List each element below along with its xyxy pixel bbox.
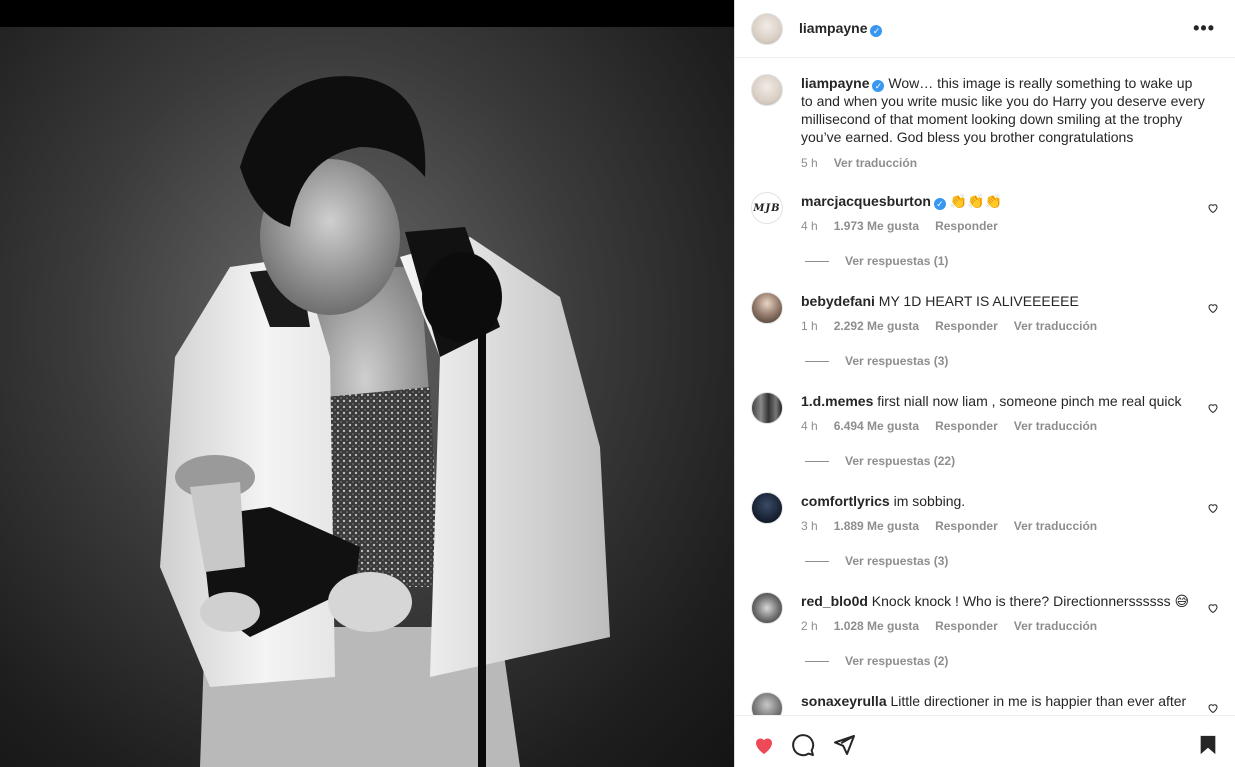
- comment-text: Little directioner in me is happier than…: [890, 693, 1187, 709]
- translate-link[interactable]: Ver traducción: [1014, 417, 1097, 435]
- comment-avatar[interactable]: [751, 592, 783, 624]
- post-header: liampayne ✓ •••: [735, 0, 1235, 58]
- verified-badge-icon: ✓: [872, 80, 885, 92]
- comment-body: comfortlyrics im sobbing. 3 h 1.889 Me g…: [801, 492, 1191, 535]
- caption-username[interactable]: liampayne: [801, 75, 869, 91]
- comment-text: 👏👏👏: [949, 193, 1003, 209]
- comment-username[interactable]: marcjacquesburton: [801, 193, 931, 209]
- comment-time[interactable]: 4 h: [801, 217, 818, 235]
- view-replies-button[interactable]: Ver respuestas (2): [805, 654, 948, 668]
- comment-likes[interactable]: 6.494 Me gusta: [834, 417, 919, 435]
- comment-time[interactable]: 1 h: [801, 317, 818, 335]
- comment-meta: 3 h 1.889 Me gusta Responder Ver traducc…: [801, 517, 1191, 535]
- translate-link[interactable]: Ver traducción: [1014, 617, 1097, 635]
- translate-link[interactable]: Ver traducción: [1014, 317, 1097, 335]
- bookmark-icon[interactable]: [1197, 733, 1219, 757]
- verified-badge-icon: ✓: [870, 25, 883, 37]
- post-actions-bar: [735, 715, 1235, 767]
- comment-likes[interactable]: 1.973 Me gusta: [834, 217, 919, 235]
- view-replies-label: Ver respuestas (1): [845, 254, 949, 268]
- heart-outline-icon[interactable]: [1207, 602, 1219, 614]
- share-icon[interactable]: [832, 733, 856, 757]
- view-replies-button[interactable]: Ver respuestas (3): [805, 554, 948, 568]
- comment-time[interactable]: 4 h: [801, 417, 818, 435]
- comment-likes[interactable]: 2.292 Me gusta: [834, 317, 919, 335]
- post-side-panel: liampayne ✓ ••• liampayne ✓ Wow… this imag…: [734, 0, 1235, 767]
- comments-list[interactable]: liampayne ✓ Wow… this image is really som…: [735, 58, 1235, 715]
- heart-outline-icon[interactable]: [1207, 702, 1219, 714]
- replies-line: [805, 660, 829, 662]
- comment-meta: 4 h 1.973 Me gusta Responder: [801, 217, 1191, 235]
- more-options-icon[interactable]: •••: [1193, 18, 1215, 39]
- comment-avatar[interactable]: [751, 292, 783, 324]
- heart-outline-icon[interactable]: [1207, 202, 1219, 214]
- comment-time[interactable]: 3 h: [801, 517, 818, 535]
- reply-button[interactable]: Responder: [935, 417, 998, 435]
- reply-button[interactable]: Responder: [935, 317, 998, 335]
- comment-text: MY 1D HEART IS ALIVEEEEEE: [878, 293, 1079, 309]
- comment-username[interactable]: 1.d.memes: [801, 393, 873, 409]
- view-replies-label: Ver respuestas (3): [845, 554, 949, 568]
- caption-meta: 5 h Ver traducción: [801, 154, 1205, 172]
- author-username[interactable]: liampayne: [799, 20, 867, 36]
- view-replies-label: Ver respuestas (3): [845, 354, 949, 368]
- comment-avatar[interactable]: [751, 692, 783, 715]
- comment-meta: 2 h 1.028 Me gusta Responder Ver traducc…: [801, 617, 1191, 635]
- caption-body: liampayne ✓ Wow… this image is really som…: [801, 74, 1205, 172]
- view-replies-button[interactable]: Ver respuestas (1): [805, 254, 948, 268]
- post-photo-illustration: [160, 76, 610, 767]
- comment-avatar[interactable]: [751, 492, 783, 524]
- heart-outline-icon[interactable]: [1207, 402, 1219, 414]
- view-replies-button[interactable]: Ver respuestas (22): [805, 454, 955, 468]
- translate-link[interactable]: Ver traducción: [1014, 517, 1097, 535]
- heart-outline-icon[interactable]: [1207, 302, 1219, 314]
- comment-time[interactable]: 2 h: [801, 617, 818, 635]
- reply-button[interactable]: Responder: [935, 517, 998, 535]
- reply-button[interactable]: Responder: [935, 217, 998, 235]
- comment-meta: 4 h 6.494 Me gusta Responder Ver traducc…: [801, 417, 1191, 435]
- avatar-monogram: MJB: [753, 202, 781, 214]
- view-replies-button[interactable]: Ver respuestas (3): [805, 354, 948, 368]
- caption-time[interactable]: 5 h: [801, 154, 818, 172]
- comment-likes[interactable]: 1.889 Me gusta: [834, 517, 919, 535]
- reply-button[interactable]: Responder: [935, 617, 998, 635]
- comment-username[interactable]: comfortlyrics: [801, 493, 890, 509]
- author-name-row: liampayne ✓: [799, 20, 883, 38]
- post-photo: [0, 27, 734, 767]
- comment-text: Knock knock ! Who is there? Directionner…: [871, 593, 1190, 609]
- heart-filled-icon[interactable]: [751, 733, 777, 757]
- comment-avatar[interactable]: MJB: [751, 192, 783, 224]
- verified-badge-icon: ✓: [933, 198, 946, 210]
- replies-line: [805, 260, 829, 262]
- comment-username[interactable]: bebydefani: [801, 293, 875, 309]
- replies-line: [805, 460, 829, 462]
- author-avatar[interactable]: [751, 13, 783, 45]
- comment-avatar[interactable]: [751, 392, 783, 424]
- comment-text: first niall now liam , someone pinch me …: [877, 393, 1182, 409]
- caption-avatar[interactable]: [751, 74, 783, 106]
- comment-username[interactable]: red_blo0d: [801, 593, 868, 609]
- heart-outline-icon[interactable]: [1207, 502, 1219, 514]
- comment-text: im sobbing.: [893, 493, 966, 509]
- comment-icon[interactable]: [791, 733, 815, 757]
- caption-translate-link[interactable]: Ver traducción: [834, 154, 917, 172]
- comment-username[interactable]: sonaxeyrulla: [801, 693, 887, 709]
- comment-body: 1.d.memes first niall now liam , someone…: [801, 392, 1191, 435]
- comment-body: red_blo0d Knock knock ! Who is there? Di…: [801, 592, 1191, 635]
- comment-body: marcjacquesburton ✓ 👏👏👏 4 h 1.973 Me gust…: [801, 192, 1191, 235]
- comment-likes[interactable]: 1.028 Me gusta: [834, 617, 919, 635]
- replies-line: [805, 360, 829, 362]
- view-replies-label: Ver respuestas (22): [845, 454, 956, 468]
- comment-body: sonaxeyrulla Little directioner in me is…: [801, 692, 1191, 710]
- comment-meta: 1 h 2.292 Me gusta Responder Ver traducc…: [801, 317, 1191, 335]
- view-replies-label: Ver respuestas (2): [845, 654, 949, 668]
- comment-body: bebydefani MY 1D HEART IS ALIVEEEEEE 1 h…: [801, 292, 1191, 335]
- replies-line: [805, 560, 829, 562]
